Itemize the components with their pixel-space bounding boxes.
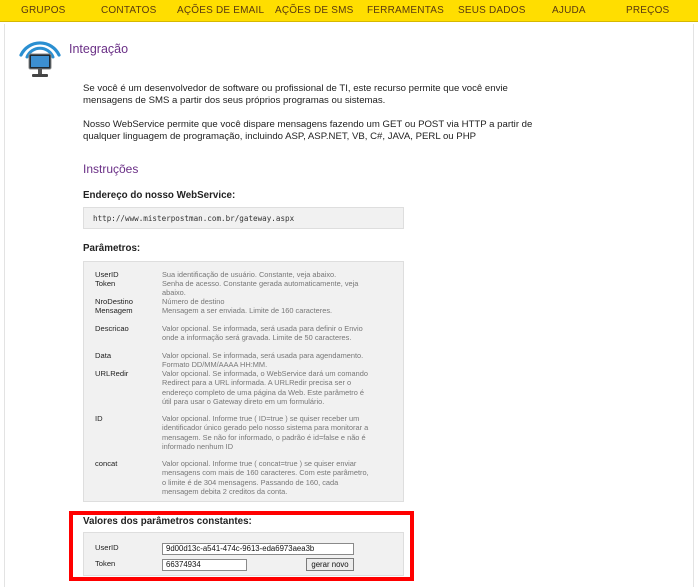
param-desc: Senha de acesso. Constante gerada automa…	[162, 279, 359, 298]
param-desc: Valor opcional. Se informada, o WebServi…	[162, 369, 368, 406]
intro-line-1: Se você é um desenvolvedor de software o…	[83, 83, 508, 94]
endpoint-label: Endereço do nosso WebService:	[83, 190, 236, 201]
nav-item-acoes-email[interactable]: AÇÕES DE EMAIL	[177, 5, 264, 16]
param-desc: Número de destino	[162, 297, 225, 306]
param-desc: Valor opcional. Informe true ( concat=tr…	[162, 459, 369, 496]
param-desc: Mensagem a ser enviada. Limite de 160 ca…	[162, 306, 333, 315]
param-name: Data	[95, 351, 112, 360]
constants-box: UserID 9d00d13c-a541-474c-9613-eda6973ae…	[83, 532, 404, 576]
nav-item-ajuda[interactable]: AJUDA	[552, 5, 586, 16]
regenerate-token-button[interactable]: gerar novo	[306, 558, 354, 571]
webservice-line-2: qualquer linguagem de programação, inclu…	[83, 131, 477, 142]
intro-line-2: mensagens de SMS a partir dos seus própr…	[83, 95, 386, 106]
param-desc: Sua identificação de usuário. Constante,…	[162, 270, 337, 279]
userid-field[interactable]: 9d00d13c-a541-474c-9613-eda6973aea3b	[162, 543, 354, 555]
wifi-monitor-icon	[19, 41, 61, 77]
webservice-line-1: Nosso WebService permite que você dispar…	[83, 119, 533, 130]
nav-item-contatos[interactable]: CONTATOS	[101, 5, 157, 16]
param-name: Mensagem	[95, 306, 133, 315]
endpoint-url: http://www.misterpostman.com.br/gateway.…	[93, 214, 295, 223]
param-name: URLRedir	[95, 369, 129, 378]
param-desc: Valor opcional. Se informada, será usada…	[162, 351, 364, 370]
params-label: Parâmetros:	[83, 243, 141, 254]
instructions-title: Instruções	[83, 162, 139, 176]
nav-item-ferramentas[interactable]: FERRAMENTAS	[367, 5, 444, 16]
param-name: NroDestino	[95, 297, 133, 306]
nav-item-grupos[interactable]: GRUPOS	[21, 5, 66, 16]
nav-item-acoes-sms[interactable]: AÇÕES DE SMS	[275, 5, 354, 16]
nav-item-seus-dados[interactable]: SEUS DADOS	[458, 5, 526, 16]
page-title: Integração	[69, 42, 129, 56]
param-name: ID	[95, 414, 103, 423]
nav-item-precos[interactable]: PREÇOS	[626, 5, 669, 16]
constants-title: Valores dos parâmetros constantes:	[83, 516, 252, 527]
param-name: Token	[95, 279, 116, 288]
param-name: UserID	[95, 270, 119, 279]
param-name: Descricao	[95, 324, 129, 333]
endpoint-box: http://www.misterpostman.com.br/gateway.…	[83, 207, 404, 229]
params-box: UserID Sua identificação de usuário. Con…	[83, 261, 404, 502]
top-nav: GRUPOS CONTATOS AÇÕES DE EMAIL AÇÕES DE …	[0, 0, 698, 22]
userid-label: UserID	[95, 543, 119, 552]
token-field[interactable]: 66374934	[162, 559, 247, 571]
param-desc: Valor opcional. Informe true ( ID=true )…	[162, 414, 369, 451]
token-label: Token	[95, 559, 116, 568]
param-name: concat	[95, 459, 118, 468]
param-desc: Valor opcional. Se informada, será usada…	[162, 324, 363, 343]
